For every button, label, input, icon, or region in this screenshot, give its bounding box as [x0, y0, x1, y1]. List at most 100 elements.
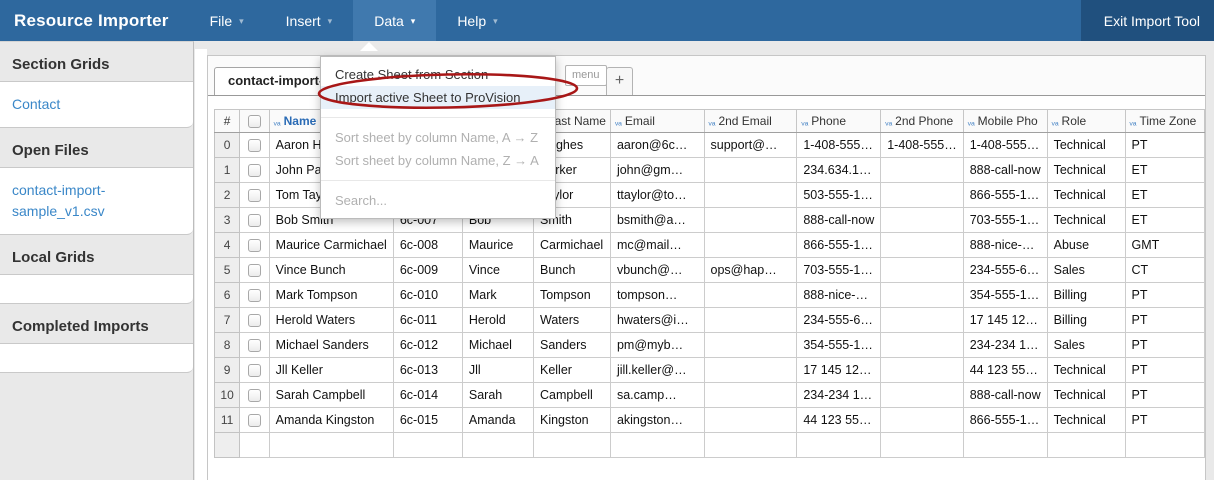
cell-role[interactable]: Technical [1047, 408, 1125, 433]
cell-2nd-phone[interactable] [881, 383, 964, 408]
cell-time-zone[interactable]: PT [1125, 358, 1204, 383]
cell-email[interactable]: akingston… [610, 408, 704, 433]
cell-role[interactable]: Technical [1047, 183, 1125, 208]
row-checkbox[interactable] [248, 339, 261, 352]
cell-name[interactable]: Michael Sanders [269, 333, 393, 358]
cell-role[interactable]: Technical [1047, 358, 1125, 383]
cell-name[interactable]: Maurice Carmichael [269, 233, 393, 258]
cell-2nd-phone[interactable] [881, 433, 964, 458]
cell-2nd-email[interactable] [704, 433, 797, 458]
cell-last-name[interactable]: Waters [533, 308, 610, 333]
cell-role[interactable]: Sales [1047, 258, 1125, 283]
col-header-role[interactable]: ᵥₐRole [1047, 110, 1125, 133]
cell-mobile-phone[interactable]: 703-555-1… [963, 208, 1047, 233]
cell-2nd-phone[interactable] [881, 208, 964, 233]
cell-email[interactable]: pm@myb… [610, 333, 704, 358]
cell-role[interactable]: Abuse [1047, 233, 1125, 258]
cell-mobile-phone[interactable]: 354-555-1… [963, 283, 1047, 308]
cell-mobile-phone[interactable]: 888-call-now [963, 383, 1047, 408]
cell-email[interactable]: vbunch@… [610, 258, 704, 283]
cell-time-zone[interactable]: GMT [1125, 233, 1204, 258]
cell-id[interactable]: 6c-013 [393, 358, 462, 383]
cell-time-zone[interactable]: PT [1125, 308, 1204, 333]
cell-name[interactable]: Herold Waters [269, 308, 393, 333]
row-checkbox[interactable] [248, 264, 261, 277]
sheet-menu-button[interactable]: menu [565, 65, 607, 86]
cell-first-name[interactable]: Maurice [462, 233, 533, 258]
cell-2nd-email[interactable] [704, 308, 797, 333]
cell-2nd-email[interactable] [704, 233, 797, 258]
cell-id[interactable]: 6c-010 [393, 283, 462, 308]
col-header-phone[interactable]: ᵥₐPhone [797, 110, 881, 133]
cell-id[interactable] [393, 433, 462, 458]
cell-first-name[interactable] [462, 433, 533, 458]
cell-mobile-phone[interactable] [963, 433, 1047, 458]
cell-mobile-phone[interactable]: 17 145 12… [963, 308, 1047, 333]
cell-2nd-phone[interactable] [881, 333, 964, 358]
cell-first-name[interactable]: Jll [462, 358, 533, 383]
cell-email[interactable]: sa.camp… [610, 383, 704, 408]
cell-phone[interactable]: 888-call-now [797, 208, 881, 233]
cell-name[interactable]: Sarah Campbell [269, 383, 393, 408]
cell-mobile-phone[interactable]: 866-555-1… [963, 408, 1047, 433]
cell-2nd-email[interactable] [704, 333, 797, 358]
cell-time-zone[interactable]: ET [1125, 183, 1204, 208]
cell-2nd-phone[interactable] [881, 158, 964, 183]
sidebar-link-contact[interactable]: Contact [12, 94, 170, 115]
cell-time-zone[interactable]: PT [1125, 408, 1204, 433]
cell-mobile-phone[interactable]: 1-408-555… [963, 133, 1047, 158]
cell-id[interactable]: 6c-011 [393, 308, 462, 333]
cell-id[interactable]: 6c-015 [393, 408, 462, 433]
cell-time-zone[interactable] [1125, 433, 1204, 458]
cell-2nd-phone[interactable] [881, 408, 964, 433]
cell-phone[interactable]: 44 123 55… [797, 408, 881, 433]
cell-time-zone[interactable]: ET [1125, 158, 1204, 183]
nav-item-help[interactable]: Help▾ [436, 0, 518, 41]
col-header-email[interactable]: ᵥₐEmail [610, 110, 704, 133]
cell-email[interactable] [610, 433, 704, 458]
sidebar-link-contact-import-sample-v1-csv[interactable]: contact-import-sample_v1.csv [12, 180, 170, 222]
cell-mobile-phone[interactable]: 234-234 1… [963, 333, 1047, 358]
cell-name[interactable] [269, 433, 393, 458]
cell-2nd-phone[interactable] [881, 183, 964, 208]
cell-role[interactable]: Billing [1047, 283, 1125, 308]
cell-email[interactable]: aaron@6c… [610, 133, 704, 158]
cell-email[interactable]: hwaters@i… [610, 308, 704, 333]
cell-time-zone[interactable]: PT [1125, 283, 1204, 308]
cell-role[interactable] [1047, 433, 1125, 458]
cell-name[interactable]: Vince Bunch [269, 258, 393, 283]
cell-2nd-phone[interactable] [881, 258, 964, 283]
dropdown-item-import-active-sheet-to-provision[interactable]: Import active Sheet to ProVision [321, 86, 555, 109]
cell-phone[interactable]: 354-555-1… [797, 333, 881, 358]
cell-id[interactable]: 6c-008 [393, 233, 462, 258]
cell-email[interactable]: bsmith@a… [610, 208, 704, 233]
col-header-time-zone[interactable]: ᵥₐTime Zone [1125, 110, 1204, 133]
nav-item-insert[interactable]: Insert▾ [265, 0, 354, 41]
cell-phone[interactable]: 234.634.1… [797, 158, 881, 183]
cell-last-name[interactable]: Bunch [533, 258, 610, 283]
cell-role[interactable]: Technical [1047, 383, 1125, 408]
cell-2nd-phone[interactable]: 1-408-555… [881, 133, 964, 158]
cell-2nd-phone[interactable] [881, 233, 964, 258]
cell-2nd-phone[interactable] [881, 283, 964, 308]
row-checkbox[interactable] [248, 139, 261, 152]
cell-last-name[interactable]: Sanders [533, 333, 610, 358]
cell-role[interactable]: Billing [1047, 308, 1125, 333]
cell-2nd-email[interactable]: support@… [704, 133, 797, 158]
cell-phone[interactable]: 503-555-1… [797, 183, 881, 208]
cell-last-name[interactable]: Kingston [533, 408, 610, 433]
row-checkbox[interactable] [248, 414, 261, 427]
cell-mobile-phone[interactable]: 44 123 55… [963, 358, 1047, 383]
cell-first-name[interactable]: Vince [462, 258, 533, 283]
cell-phone[interactable]: 1-408-555… [797, 133, 881, 158]
add-sheet-button[interactable]: + [606, 67, 633, 95]
select-all-checkbox[interactable] [248, 115, 261, 128]
row-checkbox[interactable] [248, 314, 261, 327]
cell-2nd-phone[interactable] [881, 358, 964, 383]
cell-mobile-phone[interactable]: 866-555-1… [963, 183, 1047, 208]
row-checkbox[interactable] [248, 389, 261, 402]
cell-first-name[interactable]: Michael [462, 333, 533, 358]
cell-2nd-email[interactable] [704, 208, 797, 233]
cell-last-name[interactable]: Keller [533, 358, 610, 383]
cell-phone[interactable] [797, 433, 881, 458]
